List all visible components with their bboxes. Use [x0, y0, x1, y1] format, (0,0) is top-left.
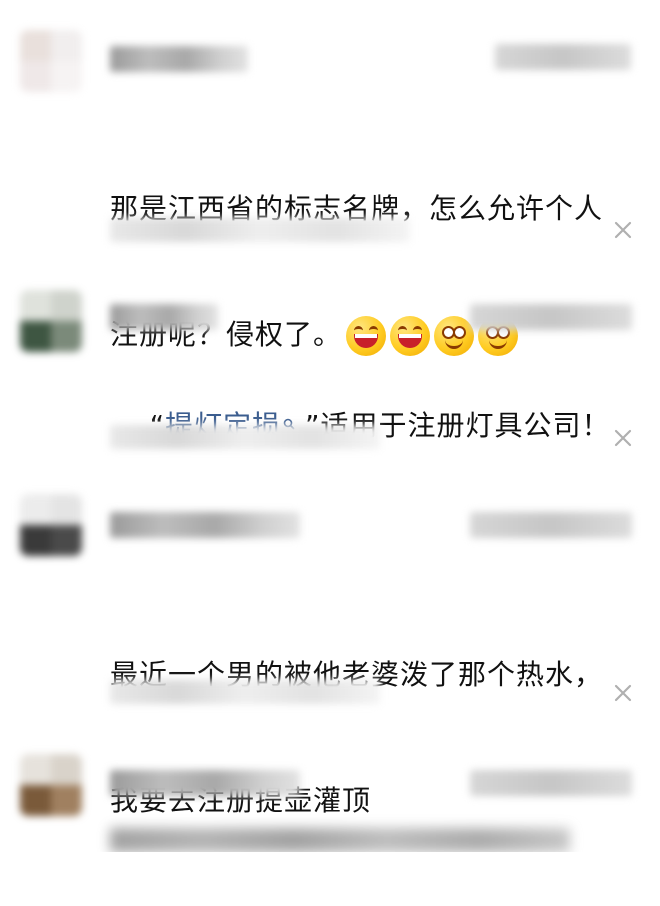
comment-meta-redacted [110, 425, 380, 449]
timestamp-redacted [470, 512, 632, 538]
comment-item: 那是江西省的标志名牌，怎么允许个人 注册呢？侵权了。 [0, 0, 660, 356]
username-redacted[interactable] [110, 46, 248, 72]
username-redacted[interactable] [110, 512, 300, 538]
search-icon[interactable] [283, 405, 295, 430]
username-redacted[interactable] [110, 304, 218, 330]
timestamp-redacted [470, 770, 632, 796]
timestamp-redacted [470, 304, 632, 330]
avatar[interactable] [20, 754, 82, 816]
comment-meta-redacted [110, 218, 410, 242]
comment-text: 最近一个男的被他老婆泼了那个热水， 我要去注册提壶灌顶 [110, 570, 603, 906]
close-icon[interactable] [611, 426, 635, 450]
comment-item: “提灯定损 ”适用于注册灯具公司！ [0, 260, 660, 480]
comment-text-cut-off-redacted [110, 828, 570, 852]
comment-meta-redacted [110, 680, 380, 704]
close-icon[interactable] [611, 218, 635, 242]
timestamp-redacted [495, 44, 631, 70]
avatar[interactable] [20, 290, 82, 352]
comment-item [0, 740, 660, 852]
comment-item: 最近一个男的被他老婆泼了那个热水， 我要去注册提壶灌顶 [0, 480, 660, 817]
close-icon[interactable] [611, 681, 635, 705]
avatar[interactable] [20, 494, 82, 556]
username-redacted[interactable] [110, 770, 300, 796]
avatar[interactable] [20, 30, 82, 92]
